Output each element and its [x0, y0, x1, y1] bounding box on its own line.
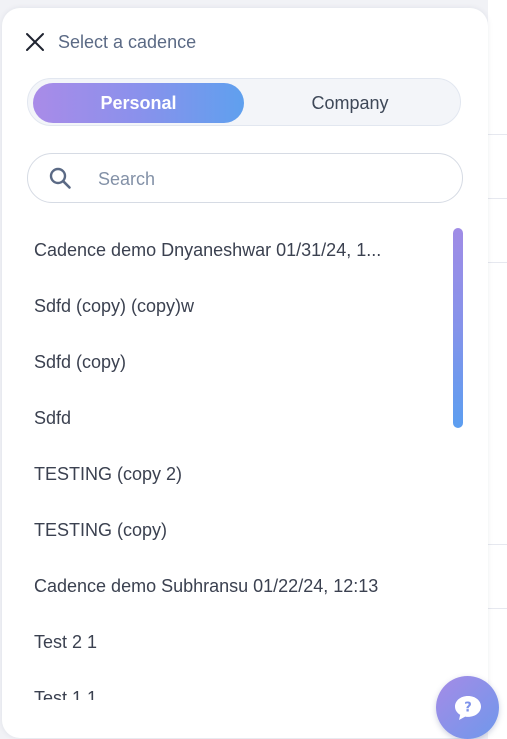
background-page: [488, 0, 507, 739]
tab-personal[interactable]: Personal: [33, 83, 244, 123]
svg-text:?: ?: [464, 700, 472, 715]
background-divider: [488, 544, 507, 545]
cadence-list: Cadence demo Dnyaneshwar 01/31/24, 1... …: [2, 222, 448, 700]
list-item[interactable]: TESTING (copy): [2, 502, 448, 558]
background-divider: [488, 134, 507, 135]
panel-header: Select a cadence: [2, 8, 488, 74]
cadence-type-toggle: Personal Company: [27, 78, 461, 126]
background-divider: [488, 198, 507, 199]
tab-company[interactable]: Company: [244, 83, 456, 123]
help-chat-button[interactable]: ?: [436, 676, 499, 739]
select-cadence-panel: Select a cadence Personal Company Cadenc…: [2, 8, 488, 738]
list-item[interactable]: Cadence demo Dnyaneshwar 01/31/24, 1...: [2, 222, 448, 278]
close-button[interactable]: [24, 31, 46, 53]
list-item[interactable]: Sdfd (copy) (copy)w: [2, 278, 448, 334]
list-item[interactable]: Sdfd (copy): [2, 334, 448, 390]
close-icon: [26, 33, 44, 51]
panel-title: Select a cadence: [58, 32, 197, 52]
search-input[interactable]: [96, 164, 440, 194]
list-item[interactable]: Cadence demo Subhransu 01/22/24, 12:13: [2, 558, 448, 614]
search-icon: [49, 167, 71, 189]
list-item[interactable]: Sdfd: [2, 390, 448, 446]
search-box: [27, 153, 463, 203]
background-divider: [488, 262, 507, 263]
help-chat-icon: ?: [454, 695, 481, 720]
list-scrollbar[interactable]: [453, 228, 463, 428]
list-item[interactable]: TESTING (copy 2): [2, 446, 448, 502]
list-item[interactable]: Test 1 1: [2, 670, 448, 700]
list-item[interactable]: Test 2 1: [2, 614, 448, 670]
background-divider: [488, 608, 507, 609]
